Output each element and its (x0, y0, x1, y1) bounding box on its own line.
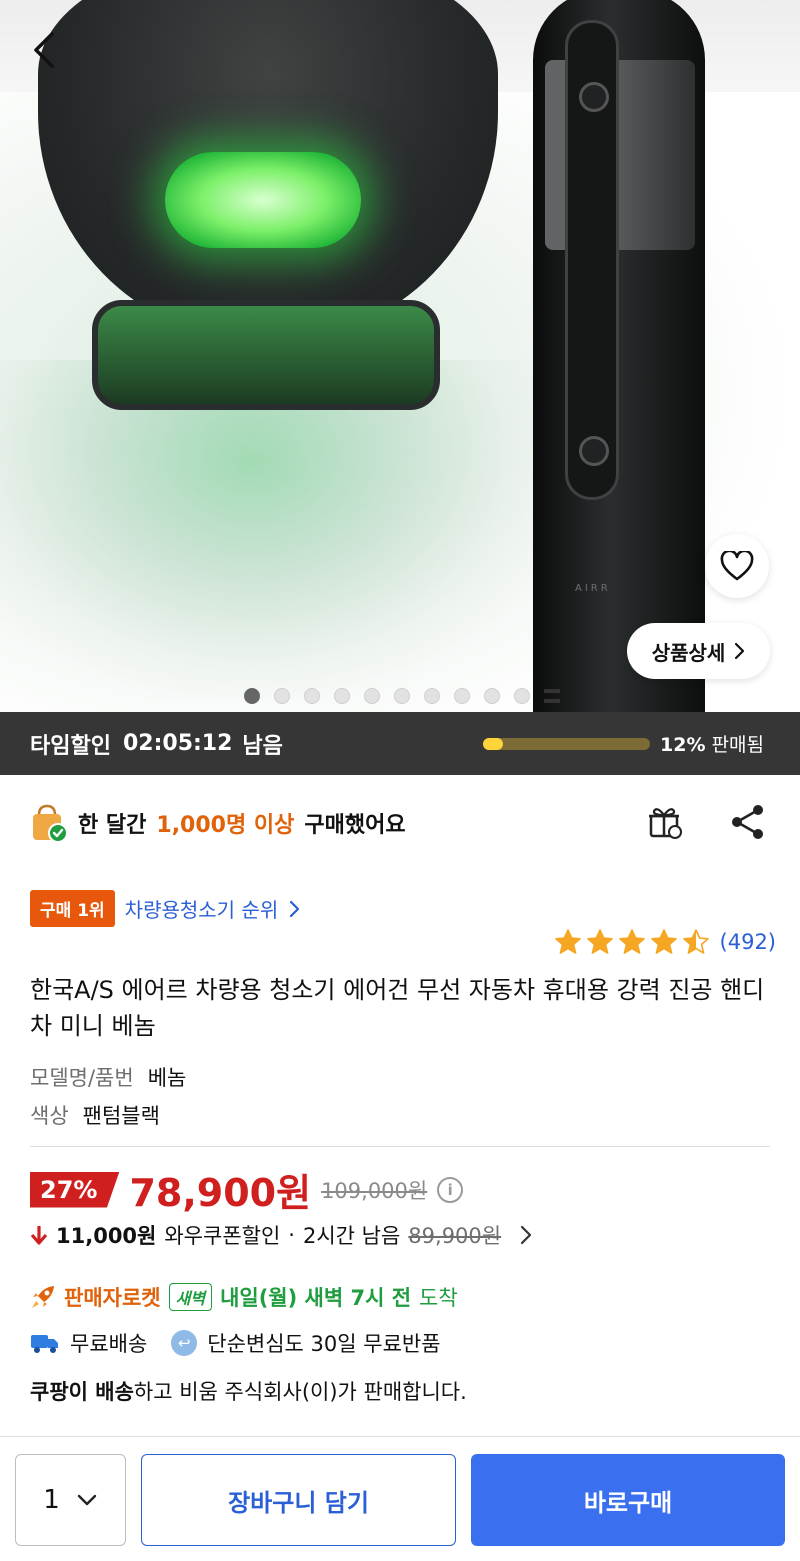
back-button[interactable] (24, 28, 68, 72)
star-icon (682, 929, 709, 954)
sold-suffix: 판매됨 (711, 734, 764, 756)
carousel-dot[interactable] (454, 688, 470, 704)
banner-prefix: 한 달간 (78, 813, 147, 838)
spec-key: 모델명/품번 (30, 1066, 134, 1090)
free-shipping: 무료배송 (70, 1332, 148, 1356)
time-deal-remain: 남음 (242, 733, 283, 759)
carousel-dot[interactable] (484, 688, 500, 704)
product-image-carousel[interactable]: AIRR 상품상세 (0, 0, 800, 712)
add-to-cart-button[interactable]: 장바구니 담기 (141, 1454, 456, 1546)
quantity-select[interactable]: 1 (15, 1454, 126, 1546)
spec-value: 팬텀블랙 (82, 1104, 160, 1128)
vacuum-top-button (579, 82, 609, 112)
nozzle-green-light (165, 152, 361, 248)
time-deal-bar: 타임할인 02:05:12 남음 12% 판매됨 (0, 712, 800, 775)
product-title: 한국A/S 에어르 차량용 청소기 에어건 무선 자동차 휴대용 강력 진공 핸… (30, 976, 765, 1040)
chevron-right-icon (521, 1225, 532, 1245)
star-icon (618, 929, 645, 954)
chevron-down-icon (77, 1494, 96, 1506)
price-row: 27% 78,900원 109,000원 i (30, 1162, 464, 1217)
product-detail-button[interactable]: 상품상세 (627, 623, 770, 679)
rating-summary[interactable]: (492) (554, 928, 776, 956)
rank-category-link[interactable]: 차량용청소기 순위 (125, 894, 279, 923)
discount-badge: 27% (30, 1171, 120, 1208)
seller-rest: 하고 비움 주식회사(이)가 판매합니다. (133, 1380, 467, 1404)
rank-badge: 구매 1위 (30, 890, 115, 927)
seller-rocket-label: 판매자로켓 (64, 1286, 161, 1310)
banner-highlight: 1,000명 이상 (156, 813, 295, 838)
dust-cloud (0, 360, 560, 700)
spec-model: 모델명/품번 베놈 (30, 1062, 186, 1092)
carousel-dot[interactable] (424, 688, 440, 704)
sold-progress-fill (483, 738, 504, 750)
seller-bold: 쿠팡이 배송 (30, 1380, 134, 1404)
carousel-dot[interactable] (334, 688, 350, 704)
sale-price: 78,900원 (129, 1171, 312, 1215)
carousel-dot[interactable] (274, 688, 290, 704)
shipping-info: 무료배송 ↩ 단순변심도 30일 무료반품 (30, 1328, 441, 1358)
carousel-dot[interactable] (514, 688, 530, 704)
carousel-dot[interactable] (304, 688, 320, 704)
original-price: 109,000원 (321, 1178, 428, 1203)
more-images-icon[interactable] (544, 689, 560, 703)
star-icon (554, 929, 581, 954)
chevron-left-icon (34, 32, 54, 68)
seller-info: 쿠팡이 배송하고 비움 주식회사(이)가 판매합니다. (30, 1376, 467, 1406)
arrival-suffix: 도착 (419, 1286, 458, 1310)
brand-mark: AIRR (575, 583, 611, 594)
category-rank[interactable]: 구매 1위 차량용청소기 순위 (30, 890, 300, 927)
buy-now-button[interactable]: 바로구매 (471, 1454, 785, 1546)
carousel-dot[interactable] (364, 688, 380, 704)
info-icon[interactable]: i (437, 1176, 464, 1203)
sold-percent: 12% (660, 734, 706, 756)
coupon-time-left: 2시간 남음 (302, 1224, 401, 1248)
heart-icon (720, 551, 754, 581)
sold-progress-bar (483, 738, 650, 750)
banner-suffix: 구매했어요 (304, 813, 406, 838)
star-icon (650, 929, 677, 954)
wishlist-button[interactable] (705, 534, 769, 598)
vacuum-power-button (579, 436, 609, 466)
truck-icon (31, 1335, 58, 1353)
divider (30, 1146, 770, 1147)
spec-color: 색상 팬텀블랙 (30, 1100, 160, 1130)
purchase-count-banner: 한 달간 1,000명 이상 구매했어요 (30, 800, 406, 846)
carousel-indicator[interactable] (244, 688, 560, 704)
time-deal-label: 타임할인 (30, 733, 111, 759)
shopping-bag-check-icon (33, 804, 68, 843)
spec-key: 색상 (30, 1104, 69, 1128)
carousel-dot[interactable] (394, 688, 410, 704)
dawn-badge: 새벽 (168, 1283, 213, 1311)
coupon-amount: 11,000원 (56, 1224, 157, 1248)
carousel-dot[interactable] (244, 688, 260, 704)
bottom-action-bar: 1 장바구니 담기 바로구매 (0, 1436, 800, 1561)
review-count[interactable]: (492) (720, 930, 776, 954)
share-button[interactable] (728, 802, 768, 842)
gift-icon (649, 808, 682, 839)
share-icon (732, 805, 763, 839)
chevron-right-icon (735, 642, 745, 660)
product-detail-label: 상품상세 (651, 640, 726, 665)
sold-percent-text: 12% 판매됨 (660, 730, 764, 757)
chevron-right-icon (290, 900, 300, 917)
down-arrow-icon (30, 1226, 48, 1245)
coupon-row[interactable]: 11,000원 와우쿠폰할인 · 2시간 남음 89,900원 (30, 1220, 533, 1250)
time-deal-countdown: 02:05:12 (122, 731, 233, 756)
coupon-separator: · (288, 1223, 295, 1247)
spec-value: 베놈 (147, 1066, 187, 1090)
arrival-time: 내일(월) 새벽 7시 전 (220, 1286, 412, 1310)
rocket-icon (32, 1286, 54, 1308)
coupon-price: 89,900원 (408, 1224, 502, 1248)
gift-button[interactable] (645, 802, 685, 842)
star-icon (586, 929, 613, 954)
product-page: AIRR 상품상세 타임할인 02:05:12 남음 12% 판매됨 한 달간 … (0, 0, 800, 1561)
delivery-info: 판매자로켓 새벽 내일(월) 새벽 7시 전 도착 (30, 1282, 458, 1312)
quantity-value: 1 (43, 1485, 60, 1515)
nozzle-mouth (92, 300, 440, 410)
return-icon: ↩ (171, 1330, 198, 1356)
coupon-label: 와우쿠폰할인 (164, 1224, 281, 1248)
free-return: 단순변심도 30일 무료반품 (207, 1332, 441, 1356)
